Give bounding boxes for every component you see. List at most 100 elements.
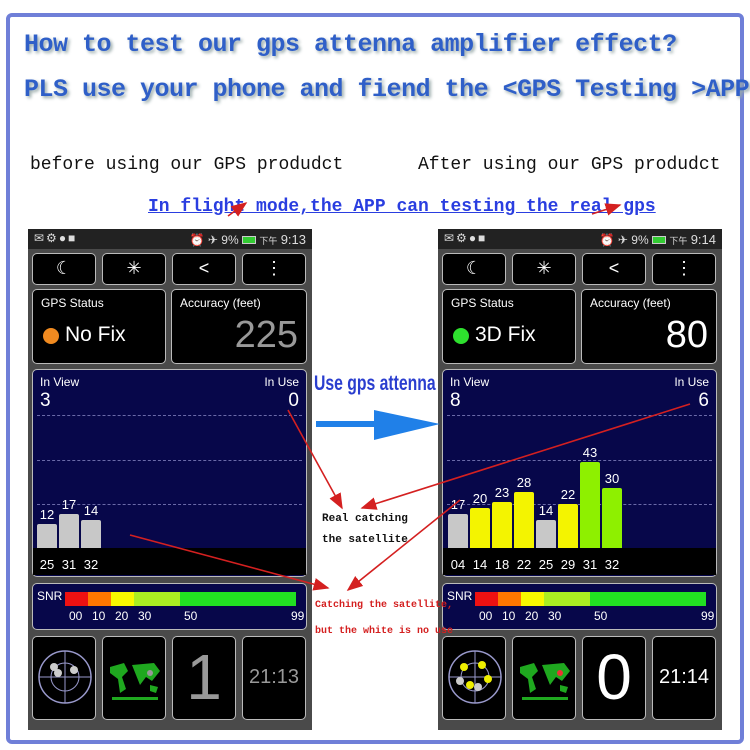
satellite-prn-label: 18: [494, 557, 510, 572]
brightness-icon: ✳: [126, 258, 142, 278]
in-use-label: In Use: [264, 375, 299, 389]
snr-tick: 10: [92, 609, 106, 623]
satellite-snr-label: 23: [494, 485, 510, 500]
ampm: 下午: [669, 236, 688, 246]
brightness-button[interactable]: ✳: [512, 253, 576, 285]
snr-color-segment: [180, 592, 296, 606]
satellite-snr-label: 14: [538, 503, 554, 518]
status-bar: ✉⚙●■ ⏰ ✈ 9% 下午 9:14: [438, 229, 722, 249]
phone-screen-after: ✉⚙●■ ⏰ ✈ 9% 下午 9:14 ☾ ✳ < ⋮ GPS Status 3D F…: [438, 229, 722, 730]
brightness-icon: ✳: [536, 258, 552, 278]
satellite-snr-label: 17: [61, 497, 77, 512]
notification-icons: ✉⚙●■: [444, 231, 488, 245]
map-button[interactable]: [102, 636, 166, 720]
snr-label: SNR: [37, 589, 63, 603]
status-dot: [453, 328, 469, 344]
snr-tick: 20: [525, 609, 539, 623]
satellite-bar: [37, 524, 57, 548]
status-right: ⏰ ✈ 9% 下午 9:14: [600, 232, 716, 247]
satellite-snr-label: 30: [604, 471, 620, 486]
notification-icons: ✉⚙●■: [34, 231, 78, 245]
more-vert-button[interactable]: ⋮: [652, 253, 716, 285]
radar-icon: [38, 650, 92, 704]
moon-button[interactable]: ☾: [442, 253, 506, 285]
moon-button[interactable]: ☾: [32, 253, 96, 285]
satellite-bar: [514, 492, 534, 548]
more-vert-icon: ⋮: [265, 258, 283, 278]
share-button[interactable]: <: [172, 253, 236, 285]
use-attenna-label: Use gps attenna: [314, 372, 436, 395]
accuracy-card: Accuracy (feet) 80: [581, 289, 717, 364]
status-time: 9:14: [690, 232, 716, 247]
satellite-snr-label: 43: [582, 445, 598, 460]
snr-color-segment: [475, 592, 498, 606]
clock: 21:13: [242, 636, 306, 720]
battery-icon: [241, 236, 256, 244]
snr-legend: SNR 00 10 20 30 50 99: [442, 583, 717, 630]
snr-tick: 30: [138, 609, 152, 623]
gps-status-value: 3D Fix: [475, 323, 536, 346]
satellite-snr-label: 22: [560, 487, 576, 502]
snr-tick: 30: [548, 609, 562, 623]
caption-after: After using our GPS produdct: [418, 155, 721, 175]
gridline: [37, 415, 302, 416]
more-vert-button[interactable]: ⋮: [242, 253, 306, 285]
in-use-value: 0: [288, 390, 299, 411]
gridline: [447, 460, 712, 461]
accuracy-label: Accuracy (feet): [180, 296, 261, 310]
share-icon: <: [198, 258, 210, 278]
satellite-snr-label: 17: [450, 497, 466, 512]
moon-icon: ☾: [55, 258, 73, 278]
satellite-prn-label: 25: [538, 557, 554, 572]
snr-color-segment: [111, 592, 134, 606]
in-use-label: In Use: [674, 375, 709, 389]
battery-icon: [651, 236, 666, 244]
status-dot: [43, 328, 59, 344]
snr-tick: 50: [184, 609, 198, 623]
moon-icon: ☾: [465, 258, 483, 278]
satellite-prn-label: 22: [516, 557, 532, 572]
satellite-bar: [492, 502, 512, 548]
status-time: 9:13: [280, 232, 306, 247]
more-vert-icon: ⋮: [675, 258, 693, 278]
brightness-button[interactable]: ✳: [102, 253, 166, 285]
satellite-prn-label: 31: [582, 557, 598, 572]
satellite-snr-label: 20: [472, 491, 488, 506]
title-line-2: PLS use your phone and fiend the <GPS Te…: [24, 75, 750, 104]
satellite-snr-label: 28: [516, 475, 532, 490]
snr-color-segment: [134, 592, 180, 606]
satellite-bar: [448, 514, 468, 548]
note-white-1: Catching the satellite,: [315, 600, 454, 611]
satellite-prn-label: 04: [450, 557, 466, 572]
fix-count: 1: [172, 636, 236, 720]
satellite-bar: [536, 520, 556, 548]
satellite-bar: [470, 508, 490, 548]
flight-mode-note: In flight mode,the APP can testing the r…: [148, 197, 656, 217]
note-real-2: the satellite: [322, 534, 408, 546]
in-view-label: In View: [450, 375, 490, 389]
satellite-bar: [602, 488, 622, 548]
alarm-icon: ⏰: [599, 233, 615, 247]
satellite-prn-label: 14: [472, 557, 488, 572]
map-button[interactable]: [512, 636, 576, 720]
battery-percent: 9%: [631, 233, 649, 247]
battery-percent: 9%: [221, 233, 239, 247]
satellite-bar: [580, 462, 600, 548]
gps-status-card: GPS Status 3D Fix: [442, 289, 576, 364]
radar-icon: [448, 650, 502, 704]
satellite-prn-label: 31: [61, 557, 77, 572]
snr-color-segment: [521, 592, 544, 606]
snr-tick: 50: [594, 609, 608, 623]
radar-button[interactable]: [442, 636, 506, 720]
accuracy-value: 225: [234, 314, 298, 356]
in-use-value: 6: [698, 390, 709, 411]
snr-color-segment: [590, 592, 706, 606]
radar-button[interactable]: [32, 636, 96, 720]
satellite-prn-label: 32: [83, 557, 99, 572]
share-button[interactable]: <: [582, 253, 646, 285]
gridline: [447, 415, 712, 416]
in-view-label: In View: [40, 375, 80, 389]
title-line-1: How to test our gps attenna amplifier ef…: [24, 30, 677, 59]
note-real-1: Real catching: [322, 513, 408, 525]
accuracy-label: Accuracy (feet): [590, 296, 671, 310]
